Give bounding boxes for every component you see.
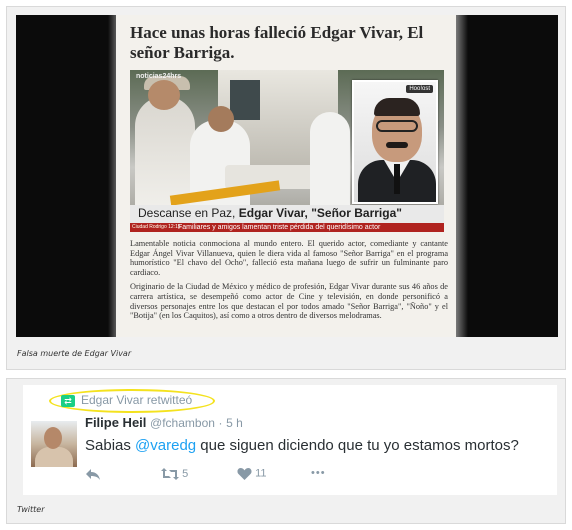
tweet-text: Sabias @varedg que siguen diciendo que t…: [85, 437, 519, 454]
figure-tweet: ⇄ Edgar Vivar retwitteó Filipe Heil @fcha…: [6, 378, 566, 524]
like-count: 11: [255, 467, 267, 480]
news-banner: Descanse en Paz, Edgar Vivar, "Señor Bar…: [130, 205, 444, 223]
article-body: Lamentable noticia conmociona al mundo e…: [130, 239, 448, 326]
article-page: Hace unas horas falleció Edgar Vivar, El…: [116, 15, 458, 337]
retweet-context[interactable]: ⇄ Edgar Vivar retwitteó: [61, 393, 192, 407]
tweet-header: Filipe Heil @fchambon · 5 h: [85, 415, 243, 430]
reply-icon: [86, 469, 100, 480]
banner-text: Descanse en Paz, Edgar Vivar, "Señor Bar…: [138, 206, 402, 220]
portrait-inset: Hoo!ost: [352, 80, 438, 204]
screen-edge-right: [456, 15, 468, 337]
tie-shape: [394, 164, 400, 194]
hair-shape: [374, 98, 420, 116]
mustache-shape: [386, 142, 408, 148]
avatar-head-shape: [44, 427, 62, 449]
glasses-icon: [376, 120, 418, 132]
tweet-card: ⇄ Edgar Vivar retwitteó Filipe Heil @fcha…: [23, 385, 557, 495]
more-icon: •••: [311, 467, 326, 479]
ambulance-window: [230, 80, 260, 120]
tweet-text-start: Sabias: [85, 437, 136, 454]
tweet-time[interactable]: 5 h: [226, 416, 243, 430]
article-paragraph: Lamentable noticia conmociona al mundo e…: [130, 239, 448, 277]
retweet-count: 5: [182, 467, 189, 480]
retweet-button[interactable]: 5: [161, 467, 188, 481]
tweet-actions: 5 11 •••: [85, 467, 385, 485]
tweet-text-end: que siguen diciendo que tu yo estamos mo…: [196, 437, 519, 454]
retweet-action-icon: [161, 468, 179, 480]
mention-link[interactable]: @varedg: [135, 437, 196, 454]
avatar[interactable]: [31, 421, 77, 467]
subbanner-tag: Ciudad Rodrigo 12:15: [132, 224, 181, 230]
article-photo: Hace unas horas falleció Edgar Vivar, El…: [16, 15, 558, 337]
user-handle[interactable]: @fchambon: [150, 416, 215, 430]
article-headline: Hace unas horas falleció Edgar Vivar, El…: [130, 23, 424, 62]
retweet-icon: ⇄: [61, 394, 75, 407]
article-paragraph: Originario de la Ciudad de México y médi…: [130, 282, 448, 321]
display-name[interactable]: Filipe Heil: [85, 415, 146, 430]
head-shape: [148, 80, 180, 110]
figure-fake-news: Hace unas horas falleció Edgar Vivar, El…: [6, 6, 566, 370]
like-button[interactable]: 11: [237, 467, 266, 480]
avatar-body-shape: [35, 447, 73, 467]
news-subbanner: Ciudad Rodrigo 12:15 Familiares y amigos…: [130, 223, 444, 232]
figure-caption: Twitter: [17, 505, 45, 514]
inset-logo: Hoo!ost: [406, 85, 433, 93]
news-image: noticias24hrs Hoo!ost Descanse en Paz, E…: [130, 70, 444, 232]
more-button[interactable]: •••: [311, 467, 326, 479]
banner-name: Edgar Vivar, "Señor Barriga": [238, 206, 402, 220]
banner-prefix: Descanse en Paz,: [138, 206, 239, 220]
retweeted-by-text: Edgar Vivar retwitteó: [81, 393, 193, 407]
head-shape: [208, 106, 234, 132]
heart-icon: [237, 468, 252, 480]
subbanner-text: Familiares y amigos lamentan triste pérd…: [178, 224, 381, 231]
reply-button[interactable]: [85, 467, 101, 481]
separator-dot: ·: [218, 416, 223, 430]
channel-logo: noticias24hrs: [136, 73, 182, 80]
figure-caption: Falsa muerte de Edgar Vivar: [17, 349, 132, 358]
